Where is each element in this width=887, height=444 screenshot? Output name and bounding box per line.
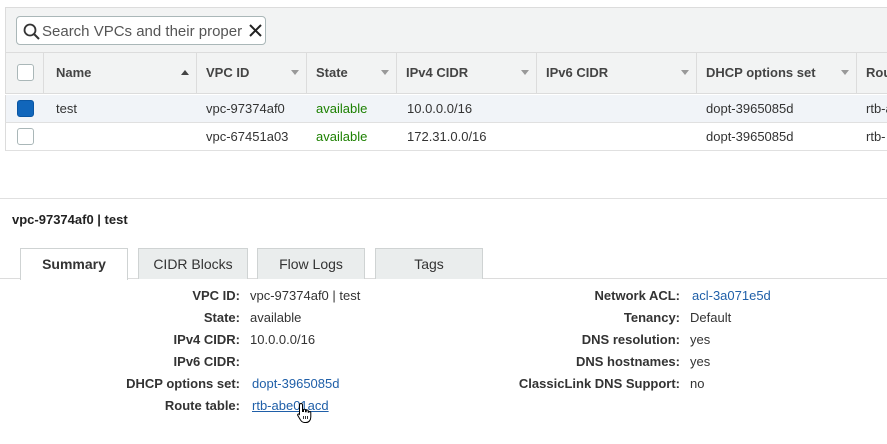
column-divider bbox=[536, 53, 537, 93]
column-divider bbox=[306, 53, 307, 93]
cell-state: available bbox=[316, 101, 368, 116]
cell-dhcp-options-set: dopt-3965085d bbox=[706, 129, 794, 144]
search-box[interactable] bbox=[16, 16, 266, 45]
column-label: IPv4 CIDR bbox=[406, 65, 469, 80]
detail-title: vpc-97374af0 | test bbox=[12, 212, 128, 227]
tab-cidr-blocks[interactable]: CIDR Blocks bbox=[138, 248, 248, 279]
cell-vpc-id: vpc-67451a03 bbox=[206, 129, 289, 144]
tab-flow-logs[interactable]: Flow Logs bbox=[257, 248, 365, 279]
column-header-ipv4-cidr[interactable]: IPv4 CIDR bbox=[406, 53, 536, 93]
field-value-dns-resolution: yes bbox=[690, 332, 711, 347]
tab-summary[interactable]: Summary bbox=[20, 248, 128, 280]
field-label-dhcp-options-set: DHCP options set: bbox=[126, 376, 240, 391]
hand-pointer-icon bbox=[297, 402, 312, 423]
sort-desc-icon bbox=[381, 70, 389, 75]
field-value-classiclink-dns-support: no bbox=[690, 376, 705, 391]
route-table-link[interactable]: rtb-abe01acd bbox=[252, 398, 329, 413]
field-label-dns-hostnames: DNS hostnames: bbox=[575, 354, 680, 369]
field-label-ipv6-cidr: IPv6 CIDR: bbox=[173, 354, 240, 369]
column-label: State bbox=[316, 65, 348, 80]
select-all-checkbox[interactable] bbox=[17, 64, 34, 81]
dhcp-options-link[interactable]: dopt-3965085d bbox=[252, 376, 339, 391]
search-input[interactable] bbox=[42, 20, 247, 42]
field-label-state: State: bbox=[203, 310, 240, 325]
cell-ipv4-cidr: 10.0.0.0/16 bbox=[407, 101, 473, 116]
sort-desc-icon bbox=[291, 70, 299, 75]
field-label-network-acl: Network ACL: bbox=[594, 288, 680, 303]
column-header-state[interactable]: State bbox=[316, 53, 396, 93]
cell-route-table: rtb-a bbox=[866, 101, 887, 116]
column-header-dhcp-options-set[interactable]: DHCP options set bbox=[706, 53, 856, 93]
row-checkbox[interactable] bbox=[17, 100, 34, 117]
column-divider bbox=[196, 53, 197, 93]
sort-asc-icon bbox=[181, 70, 189, 75]
sort-desc-icon bbox=[521, 70, 529, 75]
field-value-tenancy: Default bbox=[690, 310, 732, 325]
column-header-ipv6-cidr[interactable]: IPv6 CIDR bbox=[546, 53, 696, 93]
table-row[interactable]: test vpc-97374af0 available 10.0.0.0/16 … bbox=[5, 95, 887, 123]
column-divider bbox=[396, 53, 397, 93]
field-label-tenancy: Tenancy: bbox=[623, 310, 680, 325]
network-acl-link[interactable]: acl-3a071e5d bbox=[692, 288, 771, 303]
cell-ipv4-cidr: 172.31.0.0/16 bbox=[407, 129, 487, 144]
column-label: VPC ID bbox=[206, 65, 250, 80]
field-value-state: available bbox=[250, 310, 302, 325]
cell-vpc-id: vpc-97374af0 bbox=[206, 101, 285, 116]
column-header-vpc-id[interactable]: VPC ID bbox=[206, 53, 306, 93]
sort-desc-icon bbox=[841, 70, 849, 75]
column-label: IPv6 CIDR bbox=[546, 65, 609, 80]
column-header-route-table[interactable]: Rou bbox=[866, 53, 887, 93]
field-label-vpc-id: VPC ID: bbox=[192, 288, 240, 303]
field-value-ipv4-cidr: 10.0.0.0/16 bbox=[250, 332, 316, 347]
clear-icon[interactable] bbox=[248, 23, 263, 38]
field-value-vpc-id: vpc-97374af0 | test bbox=[250, 288, 361, 303]
cell-name: test bbox=[56, 101, 77, 116]
column-divider bbox=[856, 53, 857, 93]
cell-dhcp-options-set: dopt-3965085d bbox=[706, 101, 794, 116]
search-toolbar bbox=[5, 7, 887, 52]
column-divider bbox=[696, 53, 697, 93]
tab-tags[interactable]: Tags bbox=[375, 248, 483, 279]
column-label: Name bbox=[56, 65, 92, 80]
field-label-route-table: Route table: bbox=[164, 398, 240, 413]
column-label: DHCP options set bbox=[706, 65, 816, 80]
pane-divider[interactable] bbox=[0, 198, 887, 199]
cell-state: available bbox=[316, 129, 368, 144]
field-label-classiclink-dns-support: ClassicLink DNS Support: bbox=[518, 376, 680, 391]
column-label: Rou bbox=[866, 65, 887, 80]
field-value-dns-hostnames: yes bbox=[690, 354, 711, 369]
field-label-ipv4-cidr: IPv4 CIDR: bbox=[173, 332, 240, 347]
row-checkbox[interactable] bbox=[17, 128, 34, 145]
table-header: Name VPC ID State IPv4 CIDR IPv6 CIDR DH… bbox=[5, 52, 887, 94]
sort-desc-icon bbox=[681, 70, 689, 75]
column-divider bbox=[43, 53, 44, 93]
table-row[interactable]: vpc-67451a03 available 172.31.0.0/16 dop… bbox=[5, 123, 887, 151]
column-header-name[interactable]: Name bbox=[56, 53, 196, 93]
field-label-dns-resolution: DNS resolution: bbox=[581, 332, 680, 347]
search-icon bbox=[23, 23, 40, 40]
cell-route-table: rtb- bbox=[866, 129, 886, 144]
detail-tabs: Summary CIDR Blocks Flow Logs Tags bbox=[0, 248, 887, 280]
